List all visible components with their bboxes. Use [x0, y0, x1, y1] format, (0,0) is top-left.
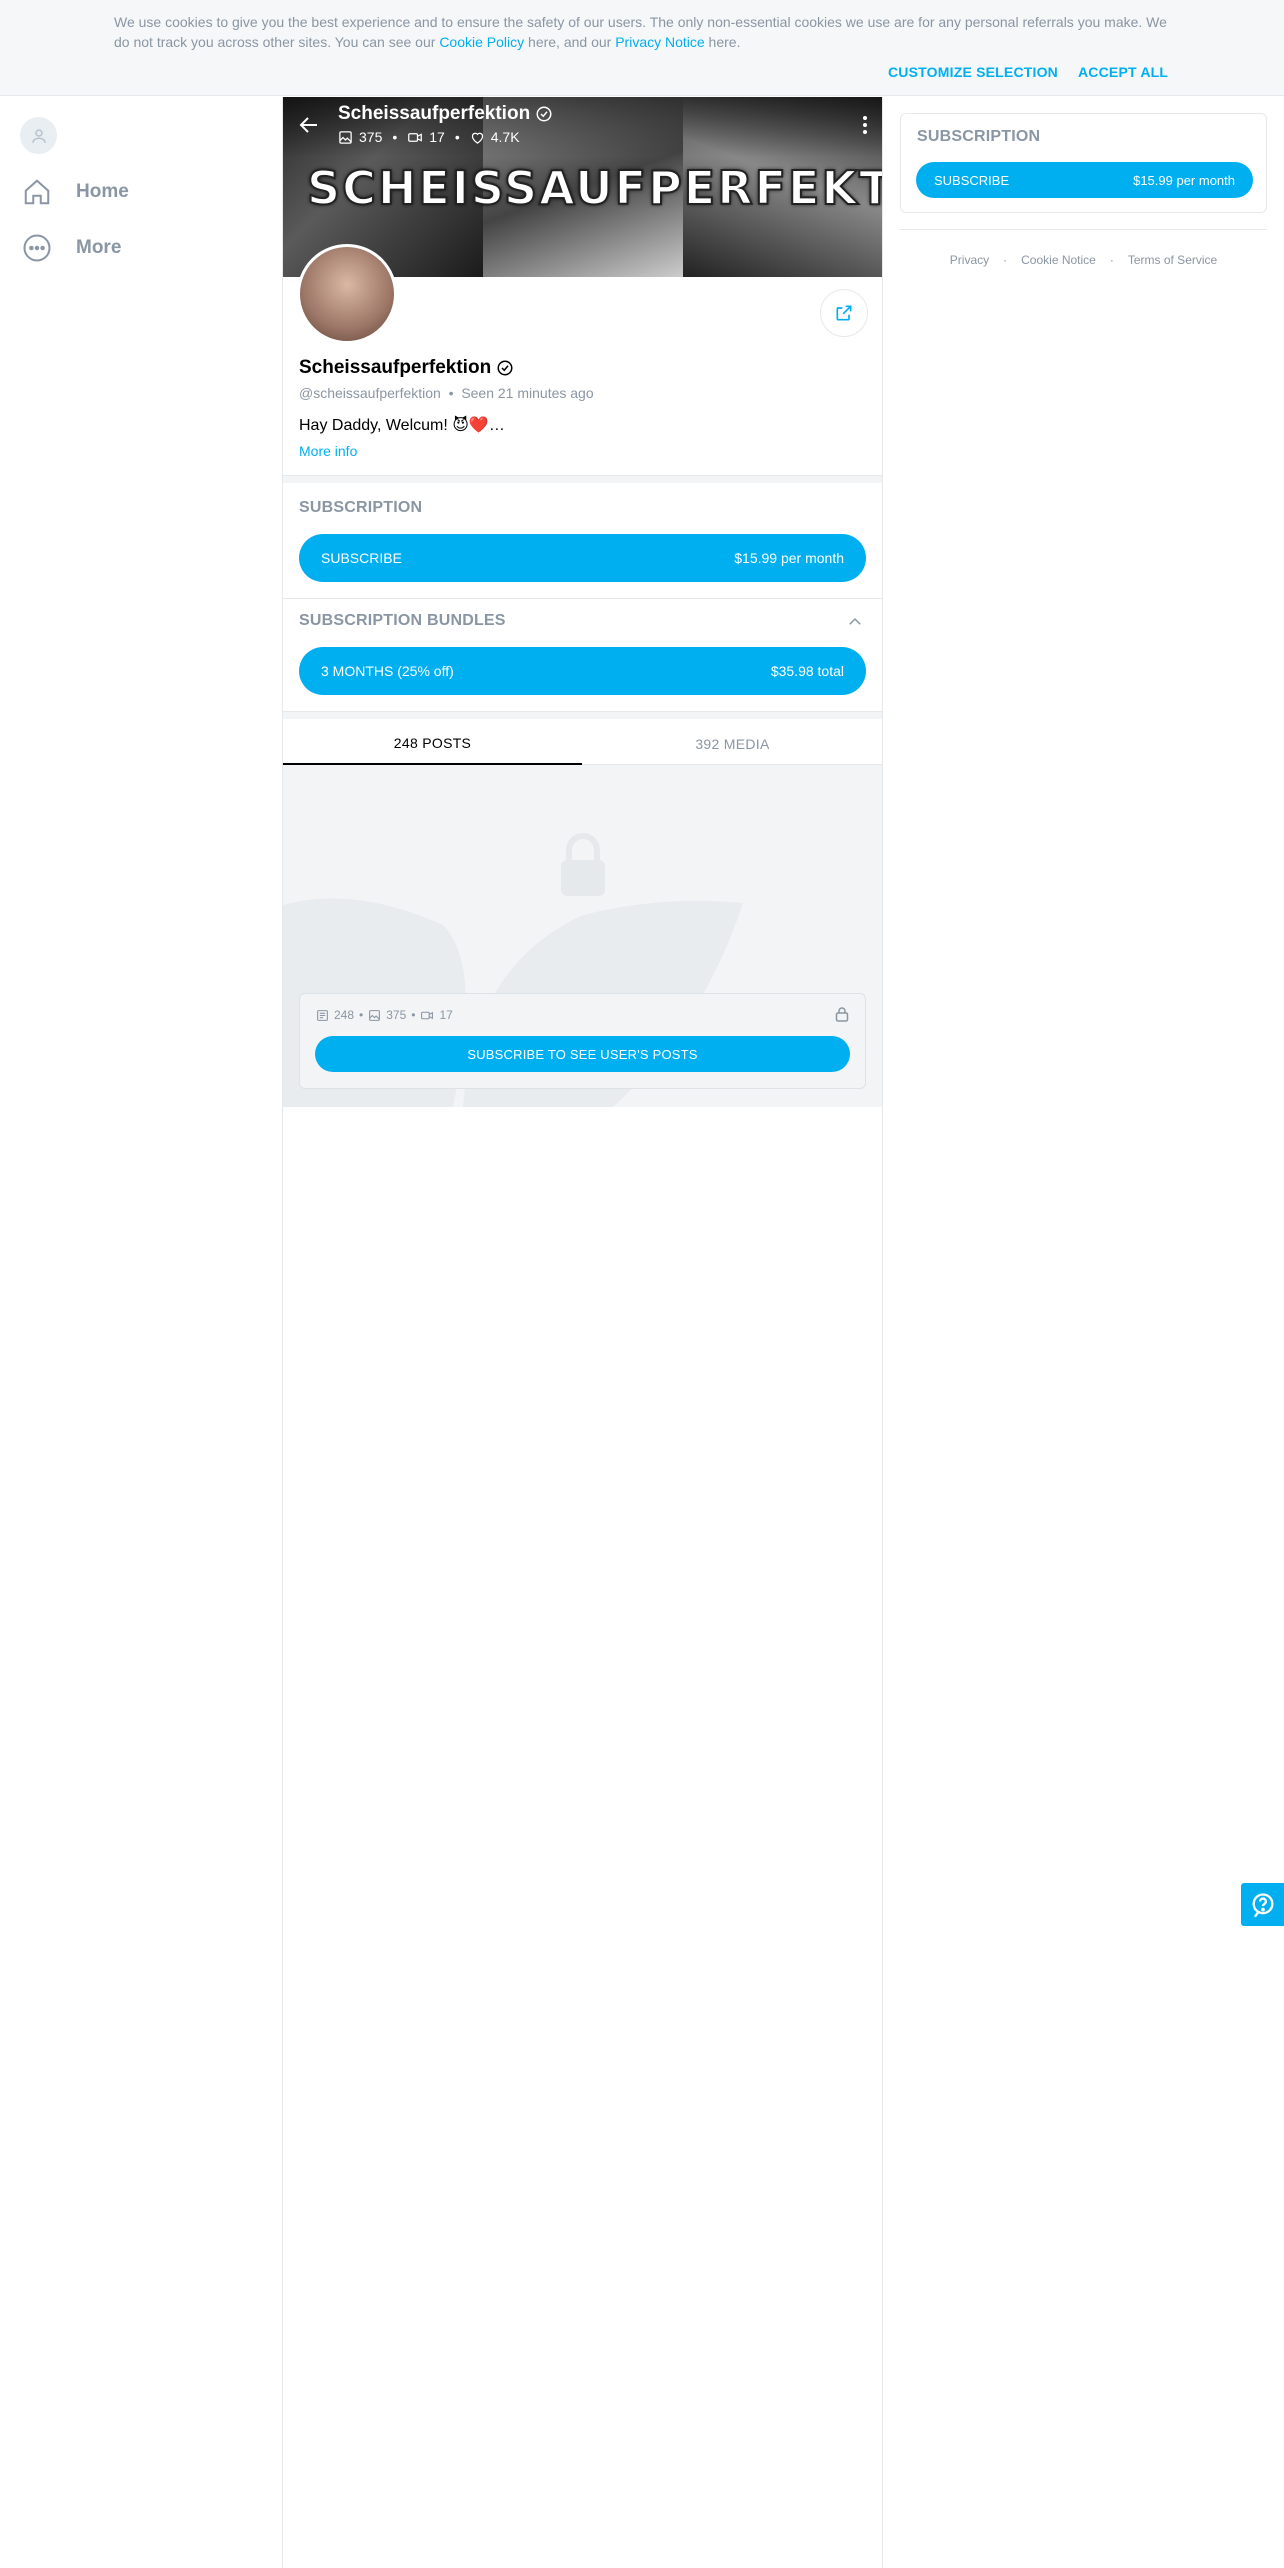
- subscribe-button[interactable]: SUBSCRIBE $15.99 per month: [299, 534, 866, 582]
- profile-bio: Hay Daddy, Welcum! 😈❤️…: [299, 417, 505, 434]
- more-options-icon[interactable]: [862, 115, 868, 135]
- divider: [283, 711, 882, 719]
- cookie-banner: We use cookies to give you the best expe…: [0, 0, 1284, 96]
- nav-item-more[interactable]: More: [22, 228, 121, 268]
- profile-name: Scheissaufperfektion: [299, 357, 514, 379]
- chevron-up-icon[interactable]: [846, 613, 864, 631]
- sidebar-price: $15.99 per month: [1133, 172, 1235, 188]
- content-tabs: 248 POSTS 392 MEDIA: [283, 723, 882, 765]
- verified-icon: [536, 106, 552, 122]
- nav-item-home[interactable]: Home: [22, 172, 129, 212]
- accept-all-button[interactable]: ACCEPT ALL: [1078, 64, 1168, 80]
- lock-icon: [835, 1007, 849, 1022]
- sidebar-subscribe-button[interactable]: SUBSCRIBE $15.99 per month: [916, 162, 1253, 198]
- profile-avatar[interactable]: [297, 244, 397, 344]
- profile-column: SCHEISSAUFPERFEKTION Scheissaufperfektio…: [282, 97, 883, 2568]
- user-icon: [31, 128, 46, 143]
- bundle-price: $35.98 total: [770, 663, 844, 679]
- cookie-text: We use cookies to give you the best expe…: [114, 14, 1167, 50]
- terms-link[interactable]: Terms of Service: [1128, 253, 1217, 267]
- cover-brand-text: SCHEISSAUFPERFEKTION: [306, 160, 882, 216]
- share-button[interactable]: [820, 289, 868, 337]
- footer-links: Privacy · Cookie Notice · Terms of Servi…: [949, 253, 1218, 267]
- subscription-title: SUBSCRIPTION: [299, 499, 423, 516]
- privacy-link[interactable]: Privacy: [950, 253, 989, 267]
- nav-label-more: More: [76, 237, 122, 258]
- share-icon: [836, 305, 852, 321]
- locked-summary-card: 248 • 375 • 17 SUBSCRIBE TO SEE USER'S POS…: [299, 993, 866, 1089]
- bundle-3-months-button[interactable]: 3 MONTHS (25% off) $35.98 total: [299, 647, 866, 695]
- nav-label-home: Home: [76, 181, 129, 202]
- customize-selection-button[interactable]: CUSTOMIZE SELECTION: [888, 64, 1058, 80]
- video-icon: [408, 132, 423, 142]
- sidebar-subscription-box: SUBSCRIPTION SUBSCRIBE $15.99 per month: [900, 113, 1267, 213]
- cover-name: Scheissaufperfektion: [338, 103, 553, 125]
- more-icon: [23, 234, 51, 262]
- video-icon: [421, 1011, 434, 1019]
- cookie-notice-link[interactable]: Cookie Notice: [1021, 253, 1096, 267]
- photo-icon: [339, 130, 352, 144]
- divider: [283, 475, 882, 483]
- divider: [283, 598, 882, 599]
- subscribe-to-see-posts-button[interactable]: SUBSCRIBE TO SEE USER'S POSTS: [315, 1036, 850, 1072]
- bundles-title: SUBSCRIPTION BUNDLES: [299, 612, 506, 629]
- tab-posts[interactable]: 248 POSTS: [283, 723, 582, 765]
- help-icon: [1252, 1892, 1273, 1917]
- photo-icon: [369, 1009, 381, 1021]
- cookie-policy-link[interactable]: Cookie Policy: [439, 34, 524, 50]
- back-arrow-icon[interactable]: [297, 113, 321, 137]
- subscription-price: $15.99 per month: [734, 550, 844, 566]
- home-icon: [24, 179, 50, 205]
- tab-media[interactable]: 392 MEDIA: [583, 723, 882, 765]
- locked-posts: 248 • 375 • 17 SUBSCRIBE TO SEE USER'S POS…: [283, 765, 882, 1107]
- privacy-notice-link[interactable]: Privacy Notice: [615, 34, 704, 50]
- cover-image: SCHEISSAUFPERFEKTION Scheissaufperfektio…: [283, 97, 882, 277]
- post-icon: [317, 1009, 328, 1021]
- heart-icon: [471, 132, 483, 144]
- verified-icon: [497, 360, 513, 376]
- divider: [900, 229, 1267, 230]
- sidebar-subscription-title: SUBSCRIPTION: [917, 128, 1041, 145]
- cover-stats: 375 • 17 • 4.7K: [338, 129, 520, 145]
- last-seen: Seen 21 minutes ago: [461, 385, 594, 401]
- more-info-link[interactable]: More info: [299, 443, 357, 459]
- user-avatar[interactable]: [20, 117, 57, 154]
- locked-stats: 248 • 375 • 17: [316, 1008, 453, 1022]
- help-button[interactable]: [1241, 1883, 1284, 1926]
- profile-handle: @scheissaufperfektion • Seen 21 minutes …: [299, 385, 594, 401]
